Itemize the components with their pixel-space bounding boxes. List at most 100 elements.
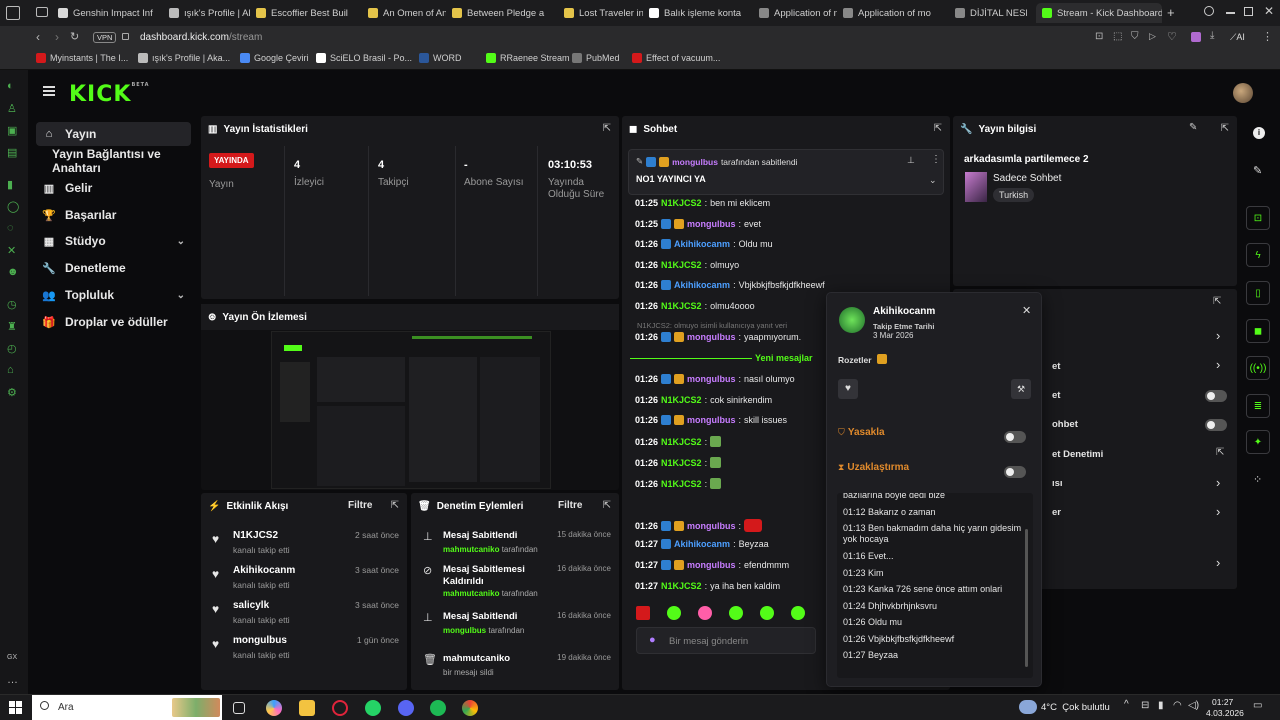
chat-username[interactable]: N1KJCS2: [661, 198, 702, 208]
notification-icon[interactable]: ▭: [1253, 700, 1262, 711]
info-icon[interactable]: i: [1253, 127, 1265, 139]
activity-user[interactable]: salicylk: [233, 600, 269, 611]
more-menu-icon[interactable]: ⋮: [1262, 30, 1273, 43]
clock-time[interactable]: 01:27: [1212, 697, 1233, 707]
sidebar-app-icon[interactable]: ♜: [7, 320, 21, 334]
sidebar-app-icon[interactable]: ♙: [7, 102, 21, 116]
file-explorer-icon[interactable]: [299, 700, 315, 716]
chat-icon[interactable]: ◼: [1246, 319, 1270, 343]
chat-message[interactable]: 01:27 mongulbus: efendmmm: [635, 560, 789, 570]
chevron-right-icon[interactable]: ›: [1216, 328, 1220, 343]
chat-message[interactable]: 01:25 mongulbus: evet: [635, 219, 761, 229]
tray-chevron-icon[interactable]: ^: [1124, 699, 1129, 710]
profile-icon[interactable]: [1191, 32, 1201, 42]
popout-icon[interactable]: ⇱: [603, 123, 611, 134]
chat-username[interactable]: mongulbus: [687, 415, 736, 425]
sidebar-item[interactable]: Yayın Bağlantısı ve Anahtarı: [46, 147, 201, 175]
chevron-right-icon[interactable]: ›: [1216, 357, 1220, 372]
browser-tab[interactable]: Balık işleme konta: [649, 3, 753, 23]
sidebar-item[interactable]: 🔧 Denetleme: [36, 256, 191, 280]
twitch-icon[interactable]: ▮: [7, 178, 21, 192]
chevron-right-icon[interactable]: ›: [1216, 504, 1220, 519]
ban-toggle[interactable]: [1004, 431, 1026, 443]
chat-message[interactable]: 01:26 N1KJCS2: olmuyo: [635, 260, 739, 270]
ai-button[interactable]: ⟋AI: [1230, 32, 1245, 43]
chat-username[interactable]: N1KJCS2: [661, 437, 702, 447]
ban-row[interactable]: ⛉ Yasakla: [838, 426, 1031, 450]
tab-list-icon[interactable]: [36, 7, 48, 17]
download-icon[interactable]: ⤓: [1210, 30, 1214, 41]
windows-start-icon[interactable]: [9, 701, 22, 714]
emote-icon[interactable]: [729, 606, 743, 620]
chevron-down-icon[interactable]: ⌄: [177, 290, 185, 301]
volume-icon[interactable]: ◁): [1188, 700, 1199, 711]
chat-username[interactable]: mongulbus: [687, 332, 736, 342]
timeout-toggle[interactable]: [1004, 466, 1026, 478]
bookmark-item[interactable]: Myinstants | The I...: [36, 53, 128, 63]
minimize-icon[interactable]: [1226, 12, 1235, 14]
chat-username[interactable]: N1KJCS2: [661, 458, 702, 468]
bookmark-item[interactable]: ışık's Profile | Aka...: [138, 53, 230, 63]
unpin-icon[interactable]: ⊥: [907, 155, 915, 166]
chat-message[interactable]: 01:26 mongulbus: yaapmıyorum.: [635, 332, 801, 342]
url-field[interactable]: dashboard.kick.com/stream: [140, 32, 262, 43]
broadcast-icon[interactable]: ((•)): [1246, 356, 1270, 380]
browser-tab[interactable]: Escoffier Best Buil: [256, 3, 362, 23]
weather-text[interactable]: 4°C Çok bulutlu: [1041, 702, 1110, 713]
bookmark-item[interactable]: Effect of vacuum...: [632, 53, 720, 63]
chat-message[interactable]: 01:26 N1KJCS2: cok sinirkendim: [635, 395, 772, 405]
bookmark-item[interactable]: RRaenee Stream -...: [486, 53, 583, 63]
sidebar-app-icon[interactable]: ◐: [7, 80, 21, 94]
chat-message[interactable]: 01:26 mongulbus: skill issues: [635, 415, 787, 425]
chat-message[interactable]: 01:26 mongulbus: nasıl olumyo: [635, 374, 795, 384]
chat-username[interactable]: N1KJCS2: [661, 395, 702, 405]
mod-action-user[interactable]: mahmutcaniko: [443, 589, 499, 598]
sidebar-app-icon[interactable]: ⌂: [7, 364, 21, 378]
discord-icon[interactable]: ☻: [7, 266, 21, 280]
browser-menu-icon[interactable]: [6, 6, 20, 20]
browser-tab[interactable]: An Omen of Annih: [368, 3, 446, 23]
chat-message[interactable]: 01:27 Akihikocanm: Beyzaa: [635, 539, 769, 549]
opera-gx-icon[interactable]: [332, 700, 348, 716]
reload-icon[interactable]: ↻: [70, 30, 79, 43]
chat-username[interactable]: mongulbus: [687, 560, 736, 570]
chevron-down-icon[interactable]: ⌄: [177, 236, 185, 247]
chat-message[interactable]: 01:26 N1KJCS2:: [635, 457, 722, 468]
timeout-row[interactable]: ⧗ Uzaklaştırma: [838, 461, 1031, 485]
chat-username[interactable]: mongulbus: [687, 219, 736, 229]
filter-button[interactable]: Filtre: [348, 500, 372, 511]
chat-message[interactable]: 01:25 N1KJCS2: ben mi eklicem: [635, 198, 770, 208]
tray-icon[interactable]: ⊟: [1141, 700, 1149, 711]
popout-icon[interactable]: ⇱: [934, 123, 942, 134]
activity-user[interactable]: Akihikocanm: [233, 565, 295, 576]
chat-username[interactable]: Akihikocanm: [674, 280, 730, 290]
stream-video-preview[interactable]: [271, 331, 551, 489]
sidebar-app-icon[interactable]: ◷: [7, 298, 21, 312]
new-tab-button[interactable]: +: [1167, 5, 1175, 20]
browser-tab[interactable]: DİJİTAL NESNE TA: [955, 3, 1027, 23]
emote-icon[interactable]: [791, 606, 805, 620]
scan-icon[interactable]: ⊡: [1246, 206, 1270, 230]
activity-user[interactable]: mongulbus: [233, 635, 287, 646]
pin-icon[interactable]: ⊡: [1095, 31, 1103, 42]
mod-button[interactable]: ⚒: [1011, 379, 1031, 399]
settings-toggle[interactable]: [1205, 419, 1227, 431]
browser-tab[interactable]: ışık's Profile | Aka: [169, 3, 250, 23]
chat-username[interactable]: N1KJCS2: [661, 260, 702, 270]
browser-tab[interactable]: Lost Traveler in th: [564, 3, 643, 23]
external-link-icon[interactable]: ⇱: [1216, 447, 1224, 458]
dots-icon[interactable]: ⁘: [1253, 473, 1262, 486]
taskbar-search[interactable]: Ara: [32, 695, 222, 720]
chevron-right-icon[interactable]: ›: [1216, 475, 1220, 490]
play-icon[interactable]: ▷: [1149, 31, 1156, 42]
chat-username[interactable]: N1KJCS2: [661, 301, 702, 311]
sidebar-item[interactable]: 👥 Topluluk ⌄: [36, 283, 191, 307]
pinned-menu-icon[interactable]: ⋮: [931, 154, 941, 165]
wifi-icon[interactable]: ◠: [1173, 700, 1182, 711]
message-history[interactable]: bazılarına böyle dedi bize 01:12 Bakarız …: [837, 493, 1033, 678]
emote-icon[interactable]: [760, 606, 774, 620]
browser-tab[interactable]: Application of mo: [759, 3, 837, 23]
browser-tab[interactable]: Between Pledge a: [452, 3, 558, 23]
task-view-icon[interactable]: [233, 702, 245, 714]
mic-icon[interactable]: ▮: [1158, 700, 1164, 711]
